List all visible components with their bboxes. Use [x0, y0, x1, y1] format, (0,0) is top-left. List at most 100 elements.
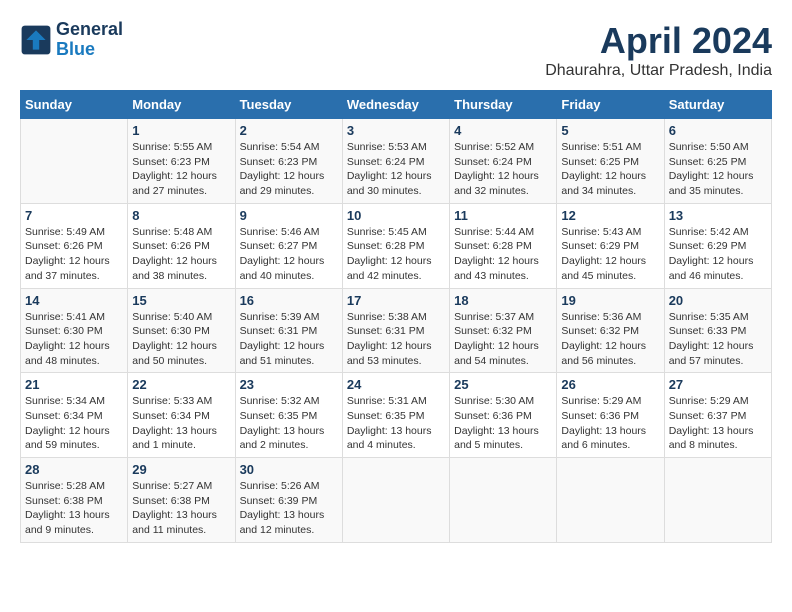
- day-info: Sunrise: 5:45 AM Sunset: 6:28 PM Dayligh…: [347, 225, 445, 284]
- day-number: 25: [454, 377, 552, 392]
- logo-icon: [20, 24, 52, 56]
- calendar-cell: 20 Sunrise: 5:35 AM Sunset: 6:33 PM Dayli…: [664, 288, 771, 373]
- calendar-cell: 7 Sunrise: 5:49 AM Sunset: 6:26 PM Daylig…: [21, 203, 128, 288]
- week-row-4: 21 Sunrise: 5:34 AM Sunset: 6:34 PM Dayli…: [21, 373, 772, 458]
- calendar-cell: 2 Sunrise: 5:54 AM Sunset: 6:23 PM Daylig…: [235, 119, 342, 204]
- week-row-2: 7 Sunrise: 5:49 AM Sunset: 6:26 PM Daylig…: [21, 203, 772, 288]
- day-number: 2: [240, 123, 338, 138]
- day-number: 16: [240, 293, 338, 308]
- calendar-cell: 24 Sunrise: 5:31 AM Sunset: 6:35 PM Dayli…: [342, 373, 449, 458]
- day-info: Sunrise: 5:40 AM Sunset: 6:30 PM Dayligh…: [132, 310, 230, 369]
- calendar-cell: 18 Sunrise: 5:37 AM Sunset: 6:32 PM Dayli…: [450, 288, 557, 373]
- day-number: 6: [669, 123, 767, 138]
- day-number: 29: [132, 462, 230, 477]
- calendar-cell: [557, 458, 664, 543]
- day-number: 4: [454, 123, 552, 138]
- calendar-cell: 21 Sunrise: 5:34 AM Sunset: 6:34 PM Dayli…: [21, 373, 128, 458]
- day-info: Sunrise: 5:54 AM Sunset: 6:23 PM Dayligh…: [240, 140, 338, 199]
- col-header-saturday: Saturday: [664, 91, 771, 119]
- col-header-thursday: Thursday: [450, 91, 557, 119]
- day-number: 15: [132, 293, 230, 308]
- day-info: Sunrise: 5:31 AM Sunset: 6:35 PM Dayligh…: [347, 394, 445, 453]
- day-info: Sunrise: 5:33 AM Sunset: 6:34 PM Dayligh…: [132, 394, 230, 453]
- calendar-cell: 10 Sunrise: 5:45 AM Sunset: 6:28 PM Dayli…: [342, 203, 449, 288]
- calendar-cell: 1 Sunrise: 5:55 AM Sunset: 6:23 PM Daylig…: [128, 119, 235, 204]
- col-header-sunday: Sunday: [21, 91, 128, 119]
- col-header-tuesday: Tuesday: [235, 91, 342, 119]
- day-number: 19: [561, 293, 659, 308]
- day-number: 26: [561, 377, 659, 392]
- day-number: 13: [669, 208, 767, 223]
- calendar-cell: 12Sunrise: 5:43 AM Sunset: 6:29 PM Dayli…: [557, 203, 664, 288]
- day-number: 18: [454, 293, 552, 308]
- day-info: Sunrise: 5:29 AM Sunset: 6:37 PM Dayligh…: [669, 394, 767, 453]
- day-number: 22: [132, 377, 230, 392]
- col-header-friday: Friday: [557, 91, 664, 119]
- calendar-cell: 11 Sunrise: 5:44 AM Sunset: 6:28 PM Dayli…: [450, 203, 557, 288]
- day-number: 28: [25, 462, 123, 477]
- calendar-cell: 26Sunrise: 5:29 AM Sunset: 6:36 PM Dayli…: [557, 373, 664, 458]
- calendar-cell: 27 Sunrise: 5:29 AM Sunset: 6:37 PM Dayli…: [664, 373, 771, 458]
- day-number: 27: [669, 377, 767, 392]
- day-number: 10: [347, 208, 445, 223]
- calendar-cell: 13Sunrise: 5:42 AM Sunset: 6:29 PM Dayli…: [664, 203, 771, 288]
- week-row-3: 14Sunrise: 5:41 AM Sunset: 6:30 PM Dayli…: [21, 288, 772, 373]
- day-number: 3: [347, 123, 445, 138]
- day-info: Sunrise: 5:34 AM Sunset: 6:34 PM Dayligh…: [25, 394, 123, 453]
- day-info: Sunrise: 5:46 AM Sunset: 6:27 PM Dayligh…: [240, 225, 338, 284]
- calendar-cell: 4 Sunrise: 5:52 AM Sunset: 6:24 PM Daylig…: [450, 119, 557, 204]
- calendar-cell: 29 Sunrise: 5:27 AM Sunset: 6:38 PM Dayli…: [128, 458, 235, 543]
- day-number: 30: [240, 462, 338, 477]
- calendar-cell: 17 Sunrise: 5:38 AM Sunset: 6:31 PM Dayli…: [342, 288, 449, 373]
- calendar-cell: [664, 458, 771, 543]
- day-info: Sunrise: 5:52 AM Sunset: 6:24 PM Dayligh…: [454, 140, 552, 199]
- day-number: 12: [561, 208, 659, 223]
- day-number: 20: [669, 293, 767, 308]
- calendar-cell: 19 Sunrise: 5:36 AM Sunset: 6:32 PM Dayli…: [557, 288, 664, 373]
- calendar-cell: 28 Sunrise: 5:28 AM Sunset: 6:38 PM Dayli…: [21, 458, 128, 543]
- day-info: Sunrise: 5:38 AM Sunset: 6:31 PM Dayligh…: [347, 310, 445, 369]
- calendar-cell: 8Sunrise: 5:48 AM Sunset: 6:26 PM Daylig…: [128, 203, 235, 288]
- calendar-cell: 3Sunrise: 5:53 AM Sunset: 6:24 PM Daylig…: [342, 119, 449, 204]
- day-info: Sunrise: 5:44 AM Sunset: 6:28 PM Dayligh…: [454, 225, 552, 284]
- logo-text-general: General Blue: [56, 20, 123, 60]
- calendar-cell: 14Sunrise: 5:41 AM Sunset: 6:30 PM Dayli…: [21, 288, 128, 373]
- day-info: Sunrise: 5:37 AM Sunset: 6:32 PM Dayligh…: [454, 310, 552, 369]
- calendar-cell: 5 Sunrise: 5:51 AM Sunset: 6:25 PM Daylig…: [557, 119, 664, 204]
- day-number: 7: [25, 208, 123, 223]
- day-info: Sunrise: 5:51 AM Sunset: 6:25 PM Dayligh…: [561, 140, 659, 199]
- col-header-wednesday: Wednesday: [342, 91, 449, 119]
- calendar-cell: 9 Sunrise: 5:46 AM Sunset: 6:27 PM Daylig…: [235, 203, 342, 288]
- day-info: Sunrise: 5:26 AM Sunset: 6:39 PM Dayligh…: [240, 479, 338, 538]
- calendar-cell: 23 Sunrise: 5:32 AM Sunset: 6:35 PM Dayli…: [235, 373, 342, 458]
- day-info: Sunrise: 5:49 AM Sunset: 6:26 PM Dayligh…: [25, 225, 123, 284]
- day-number: 24: [347, 377, 445, 392]
- day-number: 23: [240, 377, 338, 392]
- day-info: Sunrise: 5:50 AM Sunset: 6:25 PM Dayligh…: [669, 140, 767, 199]
- day-number: 17: [347, 293, 445, 308]
- calendar-cell: 15 Sunrise: 5:40 AM Sunset: 6:30 PM Dayli…: [128, 288, 235, 373]
- subtitle: Dhaurahra, Uttar Pradesh, India: [545, 62, 772, 80]
- day-info: Sunrise: 5:36 AM Sunset: 6:32 PM Dayligh…: [561, 310, 659, 369]
- col-header-monday: Monday: [128, 91, 235, 119]
- calendar-cell: [342, 458, 449, 543]
- day-number: 1: [132, 123, 230, 138]
- day-info: Sunrise: 5:27 AM Sunset: 6:38 PM Dayligh…: [132, 479, 230, 538]
- day-number: 9: [240, 208, 338, 223]
- day-number: 21: [25, 377, 123, 392]
- day-info: Sunrise: 5:32 AM Sunset: 6:35 PM Dayligh…: [240, 394, 338, 453]
- day-info: Sunrise: 5:35 AM Sunset: 6:33 PM Dayligh…: [669, 310, 767, 369]
- day-info: Sunrise: 5:28 AM Sunset: 6:38 PM Dayligh…: [25, 479, 123, 538]
- day-number: 11: [454, 208, 552, 223]
- calendar-cell: 6 Sunrise: 5:50 AM Sunset: 6:25 PM Daylig…: [664, 119, 771, 204]
- week-row-5: 28 Sunrise: 5:28 AM Sunset: 6:38 PM Dayli…: [21, 458, 772, 543]
- day-number: 5: [561, 123, 659, 138]
- day-info: Sunrise: 5:39 AM Sunset: 6:31 PM Dayligh…: [240, 310, 338, 369]
- calendar-cell: 25Sunrise: 5:30 AM Sunset: 6:36 PM Dayli…: [450, 373, 557, 458]
- calendar-cell: 16 Sunrise: 5:39 AM Sunset: 6:31 PM Dayli…: [235, 288, 342, 373]
- main-title: April 2024: [545, 20, 772, 62]
- header-row: SundayMondayTuesdayWednesdayThursdayFrid…: [21, 91, 772, 119]
- day-info: Sunrise: 5:55 AM Sunset: 6:23 PM Dayligh…: [132, 140, 230, 199]
- day-number: 8: [132, 208, 230, 223]
- logo: General Blue: [20, 20, 123, 60]
